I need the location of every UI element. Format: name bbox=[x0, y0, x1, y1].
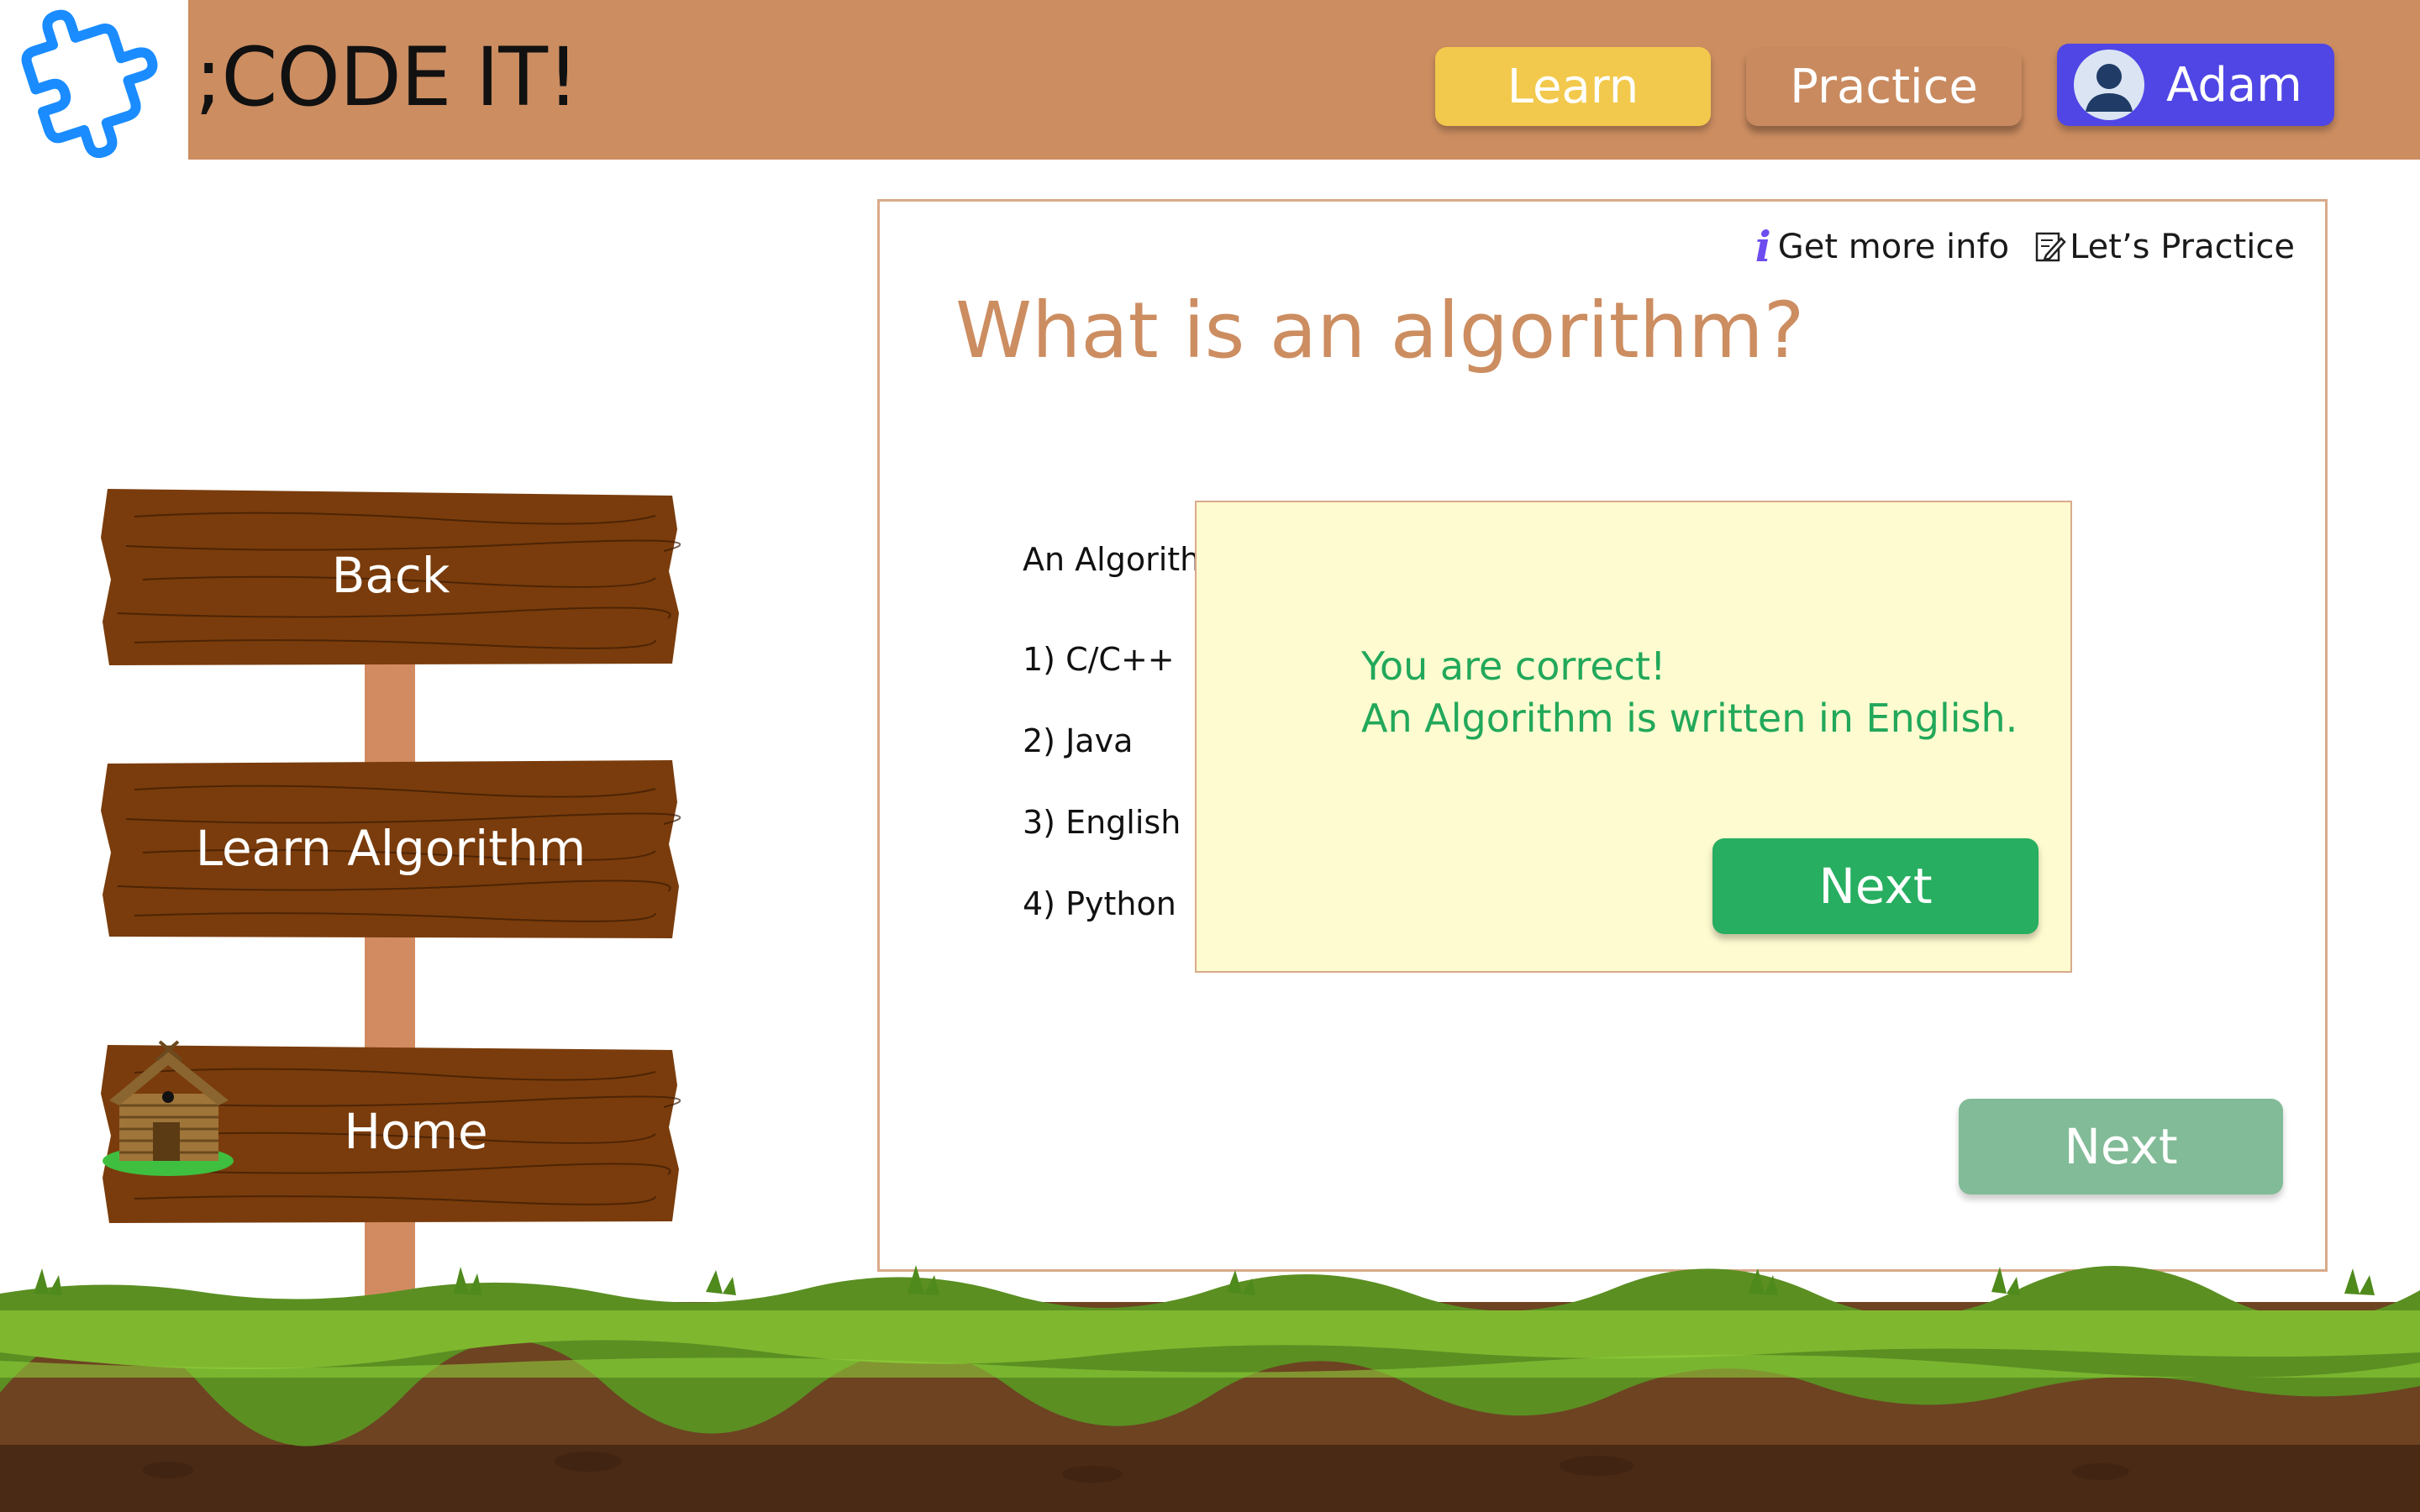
answer-option-3[interactable]: 3) English bbox=[1023, 804, 1181, 841]
edit-note-icon bbox=[2035, 232, 2066, 261]
feedback-dialog: You are correct! An Algorithm is written… bbox=[1195, 501, 2072, 973]
user-name: Adam bbox=[2166, 57, 2302, 113]
panel-links: i Get more info Let’s Practice bbox=[1730, 222, 2295, 271]
next-button-disabled[interactable]: Next bbox=[1959, 1099, 2283, 1194]
info-icon: i bbox=[1754, 222, 1771, 271]
answer-option-1[interactable]: 1) C/C++ bbox=[1023, 641, 1175, 678]
user-menu-button[interactable]: Adam bbox=[2057, 44, 2334, 126]
feedback-correct-text: You are correct! bbox=[1361, 643, 1666, 689]
lets-practice-link[interactable]: Let’s Practice bbox=[2034, 228, 2295, 266]
top-header: ;CODE IT! Learn Practice Adam bbox=[0, 0, 2420, 160]
practice-button[interactable]: Practice bbox=[1746, 47, 2022, 126]
lets-practice-label: Let’s Practice bbox=[2070, 227, 2295, 266]
get-more-info-link[interactable]: i Get more info bbox=[1755, 222, 2009, 271]
home-label: Home bbox=[344, 1103, 488, 1160]
answer-option-4[interactable]: 4) Python bbox=[1023, 885, 1176, 922]
grass-ground bbox=[0, 1265, 2420, 1512]
learn-algorithm-label: Learn Algorithm bbox=[195, 820, 587, 877]
feedback-next-button[interactable]: Next bbox=[1712, 838, 2039, 934]
user-avatar-icon bbox=[2074, 50, 2144, 120]
feedback-explanation-text: An Algorithm is written in English. bbox=[1361, 696, 2018, 741]
answer-option-2[interactable]: 2) Java bbox=[1023, 722, 1133, 759]
question-title: What is an algorithm? bbox=[955, 286, 1805, 375]
back-sign-button[interactable]: Back bbox=[101, 479, 681, 672]
get-more-info-label: Get more info bbox=[1777, 227, 2010, 266]
learn-button[interactable]: Learn bbox=[1435, 47, 1711, 126]
brand-title: ;CODE IT! bbox=[195, 30, 579, 124]
learn-algorithm-sign-button[interactable]: Learn Algorithm bbox=[101, 752, 681, 945]
puzzle-icon bbox=[21, 9, 158, 159]
home-sign-button[interactable]: Home bbox=[101, 1035, 681, 1228]
logo[interactable] bbox=[0, 0, 188, 160]
back-label: Back bbox=[331, 547, 450, 604]
